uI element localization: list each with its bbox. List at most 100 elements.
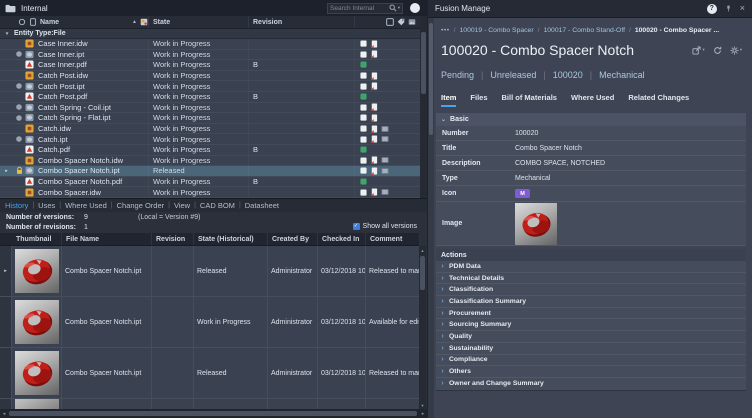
checkbox-icon[interactable] (360, 157, 367, 164)
action-section-classification-summary[interactable]: ›Classification Summary (436, 296, 746, 308)
checkbox-icon[interactable] (360, 40, 367, 47)
checkbox-icon[interactable] (360, 51, 367, 58)
action-section-sourcing-summary[interactable]: ›Sourcing Summary (436, 319, 746, 331)
history-tab-datasheet[interactable]: Datasheet (245, 201, 279, 210)
tab-item[interactable]: Item (441, 93, 456, 107)
history-table-horizontal-scrollbar[interactable]: ◂ ▸ (0, 409, 427, 418)
action-section-compliance[interactable]: ›Compliance (436, 355, 746, 367)
history-row[interactable]: Combo Spacer Notch.iptWork in ProgressAd… (0, 297, 419, 348)
file-row[interactable]: Catch Post.iptWork in Progress (0, 81, 420, 92)
history-column-checked-in[interactable]: Checked In (318, 233, 366, 245)
tab-where-used[interactable]: Where Used (571, 93, 614, 105)
scrollbar-thumb[interactable] (429, 23, 433, 135)
action-section-owner-and-change-summary[interactable]: ›Owner and Change Summary (436, 378, 746, 390)
checkout-doc-icon (370, 82, 378, 90)
refresh-button[interactable] (713, 46, 722, 55)
tab-bill-of-materials[interactable]: Bill of Materials (502, 93, 557, 105)
search-icon[interactable] (389, 4, 397, 12)
row-status-icons (354, 92, 420, 102)
checkbox-icon[interactable] (360, 104, 367, 111)
file-row[interactable]: Catch Spring - Flat.iptWork in Progress (0, 113, 420, 124)
column-header-revision[interactable]: Revision (248, 16, 354, 28)
group-collapse-icon[interactable]: ▾ (0, 31, 14, 37)
file-row[interactable]: Combo Spacer.idwWork in Progress (0, 187, 420, 198)
checkbox-icon[interactable] (360, 83, 367, 90)
search-input[interactable] (330, 5, 388, 12)
file-grid-vertical-scrollbar[interactable] (420, 16, 427, 198)
tab-related-changes[interactable]: Related Changes (628, 93, 689, 105)
file-row[interactable]: Catch Post.idwWork in Progress (0, 71, 420, 82)
action-section-pdm-data[interactable]: ›PDM Data (436, 261, 746, 273)
show-all-versions-checkbox[interactable]: ✓ (353, 223, 360, 230)
history-column-created-by[interactable]: Created By (268, 233, 318, 245)
action-section-procurement[interactable]: ›Procurement (436, 308, 746, 320)
scroll-up-icon[interactable]: ▲ (421, 246, 425, 254)
settings-button[interactable]: ▾ (730, 46, 742, 55)
action-section-technical-details[interactable]: ›Technical Details (436, 273, 746, 285)
action-section-others[interactable]: ›Others (436, 366, 746, 378)
user-avatar-icon[interactable] (410, 3, 420, 13)
history-row[interactable]: Combo Spacer Notch.iptReleasedAdministra… (0, 348, 419, 399)
row-expander-icon[interactable]: ▸ (0, 168, 13, 174)
history-column-thumbnail[interactable]: Thumbnail (12, 233, 62, 245)
history-row[interactable]: ▸Combo Spacer Notch.iptReleasedAdministr… (0, 246, 419, 297)
close-icon[interactable]: × (740, 4, 745, 13)
file-row[interactable]: Catch.idwWork in Progress (0, 124, 420, 135)
checkbox-icon[interactable] (360, 114, 367, 121)
checkbox-icon[interactable] (360, 125, 367, 132)
checkbox-icon[interactable] (360, 189, 367, 196)
file-row[interactable]: Combo Spacer Notch.pdfWork in ProgressB (0, 177, 420, 188)
file-row[interactable]: Case Inner.idwWork in Progress (0, 39, 420, 50)
pin-icon[interactable] (725, 5, 732, 12)
file-row[interactable]: Case Inner.iptWork in Progress (0, 50, 420, 61)
file-row[interactable]: Catch.pdfWork in ProgressB (0, 145, 420, 156)
select-column-icon[interactable] (386, 18, 394, 26)
action-section-sustainability[interactable]: ›Sustainability (436, 343, 746, 355)
file-row[interactable]: Catch Post.pdfWork in ProgressB (0, 92, 420, 103)
file-row[interactable]: Catch.iptWork in Progress (0, 134, 420, 145)
scrollbar-thumb[interactable] (9, 411, 417, 416)
history-column-state-historical-[interactable]: State (Historical) (194, 233, 268, 245)
checkbox-icon[interactable] (360, 167, 367, 174)
history-column-revision[interactable]: Revision (152, 233, 194, 245)
history-tab-view[interactable]: View (174, 201, 190, 210)
scrollbar-thumb[interactable] (421, 32, 426, 94)
open-external-button[interactable]: ▾ (692, 46, 704, 55)
history-tab-cad-bom[interactable]: CAD BOM (200, 201, 235, 210)
checkbox-icon[interactable] (360, 72, 367, 79)
breadcrumb-ellipsis-button[interactable]: ••• (441, 27, 450, 34)
history-column-file-name[interactable]: File Name (62, 233, 152, 245)
history-tab-change-order[interactable]: Change Order (117, 201, 165, 210)
action-section-classification[interactable]: ›Classification (436, 284, 746, 296)
thumbnail-column-icon[interactable] (408, 18, 416, 26)
sort-ascending-icon[interactable]: ▲ (132, 19, 137, 25)
right-panel-scrollbar[interactable] (428, 18, 434, 418)
history-table-vertical-scrollbar[interactable]: ▲ ▼ (419, 246, 426, 409)
breadcrumb-item[interactable]: 100019 - Combo Spacer (460, 27, 534, 34)
history-tab-where-used[interactable]: Where Used (65, 201, 107, 210)
scroll-left-icon[interactable]: ◂ (0, 411, 8, 417)
history-tab-history[interactable]: History (5, 201, 28, 210)
scroll-down-icon[interactable]: ▼ (421, 401, 425, 409)
scroll-right-icon[interactable]: ▸ (419, 411, 427, 417)
tab-files[interactable]: Files (470, 93, 487, 105)
history-column-comment[interactable]: Comment (366, 233, 420, 245)
file-row[interactable]: Combo Spacer Notch.idwWork in Progress (0, 156, 420, 167)
file-row[interactable]: Case Inner.pdfWork in ProgressB (0, 60, 420, 71)
scrollbar-thumb[interactable] (420, 256, 425, 290)
column-header-state[interactable]: State (148, 16, 248, 28)
search-caret-icon[interactable]: ▾ (398, 5, 400, 11)
basic-section-header[interactable]: ⌄ Basic (436, 113, 746, 126)
tag-column-icon[interactable] (397, 18, 405, 26)
action-section-quality[interactable]: ›Quality (436, 331, 746, 343)
group-row-entity-type-file[interactable]: ▾ Entity Type:File (0, 29, 420, 39)
row-status-icons (354, 124, 420, 134)
checkbox-icon[interactable] (360, 136, 367, 143)
breadcrumb-item[interactable]: 100017 - Combo Stand-Off (543, 27, 625, 34)
file-row[interactable]: ▸Combo Spacer Notch.iptReleased (0, 166, 420, 177)
breadcrumb-item[interactable]: 100020 - Combo Spacer ... (635, 27, 719, 34)
history-tab-uses[interactable]: Uses (38, 201, 55, 210)
file-row[interactable]: Catch Spring - Coil.iptWork in Progress (0, 103, 420, 114)
help-icon[interactable]: ? (707, 4, 717, 14)
column-header-name[interactable]: Name ▲ (0, 16, 148, 28)
